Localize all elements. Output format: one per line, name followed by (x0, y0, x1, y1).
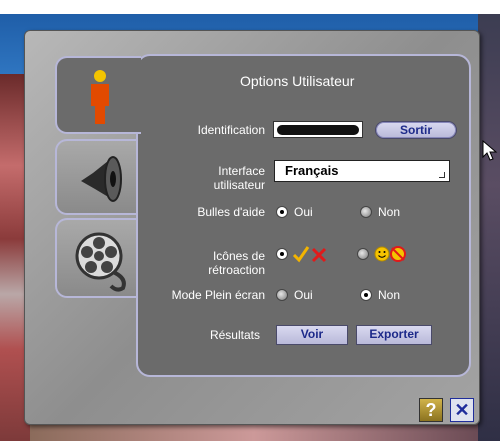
interface-label-line1: Interface (218, 164, 265, 178)
film-reel-icon (75, 232, 126, 292)
results-label: Résultats (209, 328, 260, 342)
help-bubbles-no-radio[interactable] (360, 206, 372, 218)
user-icon (91, 70, 109, 124)
help-bubbles-yes-label: Oui (294, 205, 313, 219)
feedback-check-cross-radio[interactable] (276, 248, 288, 260)
identification-field (273, 121, 363, 138)
close-button[interactable]: ✕ (450, 398, 474, 422)
logout-button[interactable]: Sortir (375, 121, 457, 139)
fullscreen-yes-label: Oui (294, 288, 313, 302)
fullscreen-no-radio[interactable] (360, 289, 372, 301)
checkmark-icon (292, 246, 310, 263)
sad-no-icon (390, 246, 406, 262)
tab-video[interactable] (55, 218, 141, 298)
speaker-icon (81, 156, 122, 202)
export-results-button[interactable]: Exporter (356, 325, 432, 345)
feedback-icons-label-line2: rétroaction (208, 263, 265, 277)
fullscreen-no-label: Non (378, 288, 401, 302)
help-bubbles-yes-radio[interactable] (276, 206, 288, 218)
mouse-pointer-icon (482, 140, 498, 161)
dropdown-corner-icon (439, 172, 445, 178)
language-value: Français (285, 163, 339, 178)
help-button[interactable]: ? (419, 398, 443, 422)
feedback-icons-label-line1: Icônes de (212, 249, 265, 263)
view-results-button[interactable]: Voir (276, 325, 348, 345)
cross-icon (311, 247, 327, 263)
help-bubbles-no-label: Non (378, 205, 401, 219)
feedback-smiley-radio[interactable] (357, 248, 369, 260)
smiley-icon (374, 246, 390, 262)
interface-label-line2: utilisateur (213, 178, 265, 192)
fullscreen-yes-radio[interactable] (276, 289, 288, 301)
language-dropdown[interactable]: Français (274, 160, 450, 182)
panel-title: Options Utilisateur (240, 73, 355, 89)
background-top (0, 0, 500, 14)
help-bubbles-label: Bulles d'aide (197, 205, 265, 219)
redacted-name (277, 125, 359, 135)
tab-sound[interactable] (55, 139, 141, 215)
identification-label: Identification (197, 123, 265, 137)
tab-user[interactable] (55, 56, 141, 134)
background-right (478, 14, 500, 441)
fullscreen-label: Mode Plein écran (171, 288, 265, 302)
